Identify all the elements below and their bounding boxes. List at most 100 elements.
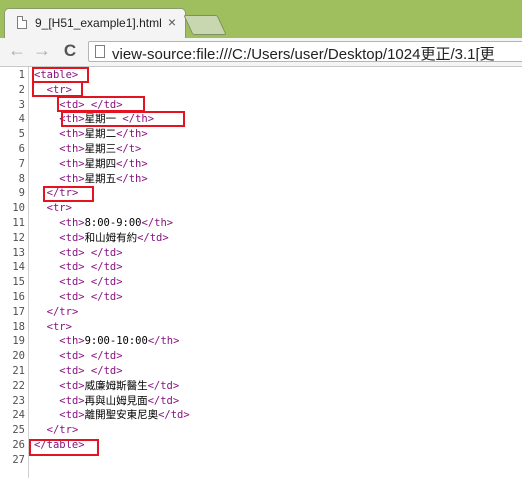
line-number: 23 [12, 394, 25, 407]
source-code: <td>再與山姆見面</td> [34, 394, 179, 409]
line-number: 15 [12, 276, 25, 289]
source-code: <th>星期三</t> [34, 142, 141, 157]
source-code: <th>8:00-9:00</th> [34, 216, 173, 231]
source-code: <td>離開聖安東尼奧</td> [34, 408, 190, 423]
source-line: 15 <td> </td> [0, 275, 522, 290]
html-tag: <td> [59, 409, 85, 422]
html-tag: <td> [59, 231, 85, 244]
html-tag: </table> [34, 439, 85, 451]
source-code: <th>星期一 </th> [34, 112, 154, 127]
page-icon [95, 45, 105, 58]
html-tag: </td> [90, 365, 123, 377]
html-tag: </td> [90, 246, 123, 259]
html-tag: <th> [59, 217, 85, 229]
source-code: <td> </td> [34, 98, 123, 113]
html-tag: </td> [90, 261, 123, 274]
url-text[interactable]: view-source:file:///C:/Users/user/Deskto… [112, 43, 495, 61]
source-code: <th>星期五</th> [34, 172, 148, 187]
html-tag: </tr> [46, 305, 79, 318]
html-tag: <tr> [46, 320, 72, 333]
html-tag: <th> [59, 113, 85, 126]
source-code: </table> [34, 438, 85, 453]
line-number: 25 [12, 424, 25, 437]
tab-strip: 9_[H51_example1].html × [0, 0, 522, 38]
line-number: 16 [12, 291, 25, 303]
html-tag: </t> [116, 143, 142, 155]
reload-icon[interactable]: C [60, 41, 80, 61]
html-tag: <td> [59, 379, 85, 392]
source-line: 5 <th>星期二</th> [0, 127, 522, 142]
source-line: 8 <th>星期五</th> [0, 172, 522, 187]
line-number: 6 [18, 143, 25, 155]
source-code: </tr> [34, 186, 79, 201]
html-tag: </th> [116, 172, 148, 185]
source-code: <tr> [34, 320, 72, 335]
html-tag: </td> [158, 409, 190, 422]
source-code: <th>星期二</th> [34, 127, 147, 142]
source-line: 14 <td> </td> [0, 260, 522, 275]
text-content: 星期二 [84, 128, 117, 141]
html-tag: <th> [59, 335, 85, 348]
source-line: 7 <th>星期四</th> [0, 157, 522, 172]
source-line: 9 </tr> [0, 186, 522, 201]
source-line: 21 <td> </td> [0, 364, 522, 379]
source-line: 11 <th>8:00-9:00</th> [0, 216, 522, 231]
line-number: 1 [18, 69, 25, 81]
source-code: <td> </td> [34, 290, 123, 305]
html-tag: </td> [90, 291, 123, 303]
address-bar[interactable]: view-source:file:///C:/Users/user/Deskto… [88, 41, 522, 62]
html-tag: </td> [90, 350, 123, 363]
text-content: 離開聖安東尼奧 [84, 409, 159, 422]
html-tag: </td> [90, 276, 123, 289]
text-content: 星期三 [84, 143, 117, 155]
text-content: 星期一 [84, 113, 123, 126]
html-tag: </th> [141, 217, 174, 229]
source-code: <tr> [34, 83, 72, 98]
html-tag: </th> [147, 335, 180, 348]
line-number: 10 [12, 202, 25, 215]
html-tag: <td> [59, 291, 85, 303]
line-number: 26 [12, 439, 25, 451]
text-content: 9:00-10:00 [84, 335, 148, 348]
line-number: 19 [12, 335, 25, 348]
html-tag: </td> [147, 394, 180, 407]
source-code: <td> </td> [34, 349, 123, 364]
source-line: 2 <tr> [0, 83, 522, 98]
line-number: 14 [12, 261, 25, 274]
line-number: 9 [18, 187, 25, 200]
html-tag: </td> [90, 98, 123, 111]
source-code: <tr> [34, 201, 72, 216]
source-line: 10 <tr> [0, 201, 522, 216]
line-number: 11 [12, 217, 25, 229]
text-content: 星期四 [84, 157, 117, 170]
close-icon[interactable]: × [168, 14, 176, 30]
line-number: 4 [18, 113, 25, 126]
new-tab-button[interactable] [183, 15, 227, 35]
html-tag: </tr> [46, 424, 79, 437]
source-line: 1 <table> [0, 68, 522, 83]
line-number: 22 [12, 379, 25, 392]
html-tag: </th> [116, 157, 148, 170]
html-tag: <th> [59, 143, 85, 155]
back-icon[interactable]: ← [7, 40, 27, 61]
text-content: 威廉姆斯醫生 [84, 379, 148, 392]
html-tag: </tr> [46, 187, 79, 200]
source-code: <td>和山姆有約</td> [34, 231, 168, 246]
html-tag: <td> [59, 98, 85, 111]
page-icon [17, 16, 27, 29]
text-content: 和山姆有約 [84, 231, 138, 244]
html-tag: <td> [59, 276, 85, 289]
html-tag: </th> [122, 113, 155, 126]
html-tag: <th> [59, 128, 85, 141]
forward-icon[interactable]: → [32, 40, 52, 61]
text-content: 8:00-9:00 [84, 217, 142, 229]
source-line: 24 <td>離開聖安東尼奧</td> [0, 408, 522, 423]
html-tag: <td> [59, 394, 85, 407]
source-code: <td>威廉姆斯醫生</td> [34, 379, 179, 394]
source-code: <th>星期四</th> [34, 157, 148, 172]
line-number: 20 [12, 350, 25, 363]
html-tag: <th> [59, 172, 85, 185]
source-line: 12 <td>和山姆有約</td> [0, 231, 522, 246]
active-tab[interactable]: 9_[H51_example1].html × [4, 8, 186, 38]
html-tag: <tr> [46, 202, 72, 215]
